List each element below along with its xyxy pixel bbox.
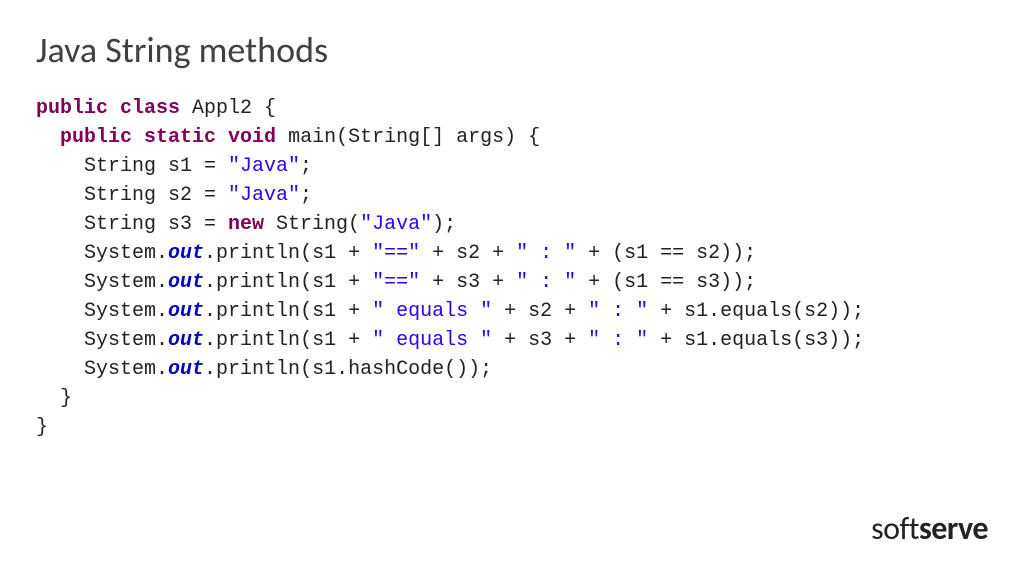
txt: .println(s1 + xyxy=(204,300,372,323)
txt: ; xyxy=(300,155,312,178)
txt: } xyxy=(36,416,48,439)
txt: + s1.equals(s3)); xyxy=(648,329,864,352)
slide-title: Java String methods xyxy=(36,28,988,72)
txt: + s3 + xyxy=(492,329,588,352)
slide: Java String methods public class Appl2 {… xyxy=(0,0,1024,442)
txt: System. xyxy=(36,242,168,265)
str-literal: " : " xyxy=(516,242,576,265)
txt: Appl2 { xyxy=(180,97,276,120)
txt: .println(s1 + xyxy=(204,329,372,352)
txt: + (s1 == s2)); xyxy=(576,242,756,265)
fld-out: out xyxy=(168,329,204,352)
txt: + s3 + xyxy=(420,271,516,294)
str-literal: "==" xyxy=(372,271,420,294)
txt: + s2 + xyxy=(420,242,516,265)
fld-out: out xyxy=(168,300,204,323)
txt: String s1 = xyxy=(36,155,228,178)
str-literal: " : " xyxy=(588,300,648,323)
fld-out: out xyxy=(168,358,204,381)
fld-out: out xyxy=(168,242,204,265)
logo-part-a: soft xyxy=(871,509,919,548)
fld-out: out xyxy=(168,271,204,294)
txt: .println(s1.hashCode()); xyxy=(204,358,492,381)
txt: System. xyxy=(36,300,168,323)
txt: System. xyxy=(36,329,168,352)
txt: ; xyxy=(300,184,312,207)
txt: String( xyxy=(264,213,360,236)
txt: String s3 = xyxy=(36,213,228,236)
txt: + (s1 == s3)); xyxy=(576,271,756,294)
txt: } xyxy=(36,387,72,410)
str-literal: "Java" xyxy=(228,184,300,207)
logo-part-b: serve xyxy=(919,509,988,548)
indent xyxy=(36,126,60,149)
str-literal: "Java" xyxy=(228,155,300,178)
txt: .println(s1 + xyxy=(204,242,372,265)
txt: System. xyxy=(36,358,168,381)
txt: .println(s1 + xyxy=(204,271,372,294)
brand-logo: softserve xyxy=(871,509,988,548)
str-literal: " equals " xyxy=(372,300,492,323)
txt: main(String[] args) { xyxy=(276,126,540,149)
str-literal: " : " xyxy=(516,271,576,294)
code-block: public class Appl2 { public static void … xyxy=(36,94,988,442)
str-literal: "==" xyxy=(372,242,420,265)
txt: + s1.equals(s2)); xyxy=(648,300,864,323)
txt: System. xyxy=(36,271,168,294)
kw-new: new xyxy=(228,213,264,236)
txt: ); xyxy=(432,213,456,236)
kw-public-class: public class xyxy=(36,97,180,120)
str-literal: "Java" xyxy=(360,213,432,236)
str-literal: " : " xyxy=(588,329,648,352)
kw-public-static-void: public static void xyxy=(60,126,276,149)
str-literal: " equals " xyxy=(372,329,492,352)
txt: String s2 = xyxy=(36,184,228,207)
txt: + s2 + xyxy=(492,300,588,323)
